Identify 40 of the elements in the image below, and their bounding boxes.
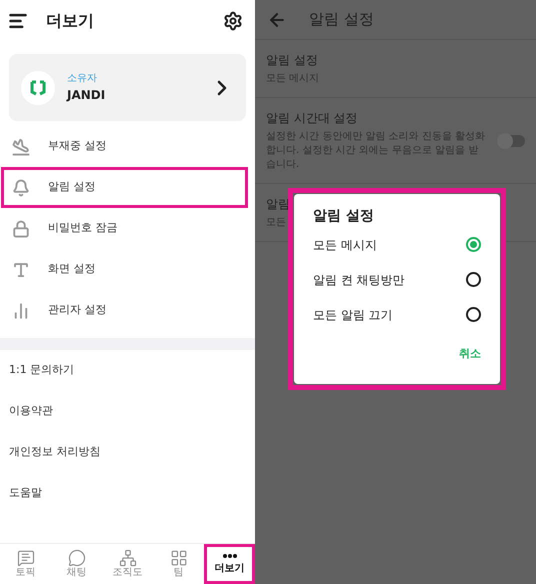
lock-icon (12, 220, 30, 238)
screen-title: 알림 설정 (309, 9, 374, 30)
plane-icon (12, 138, 30, 156)
org-chart-icon (118, 549, 136, 567)
setting-title: 알림 (266, 196, 291, 213)
nav-tab[interactable]: 채팅 (51, 544, 102, 584)
dialog-title: 알림 설정 (313, 207, 375, 226)
more-icon (222, 554, 236, 558)
screen-title: 더보기 (46, 10, 94, 32)
radio-option[interactable]: 모든 메시지 (313, 227, 481, 262)
menu-link[interactable]: 개인정보 처리방침 (0, 432, 255, 473)
radio-option[interactable]: 알림 켠 채팅방만 (313, 262, 481, 297)
radio-button[interactable] (466, 272, 481, 287)
menu-link[interactable]: 이용약관 (0, 391, 255, 432)
menu-link[interactable]: 1:1 문의하기 (0, 350, 255, 391)
setting-title: 알림 설정 (266, 52, 319, 69)
menu-item[interactable]: 관리자 설정 (1, 290, 248, 331)
message-icon (16, 549, 34, 567)
menu-item[interactable]: 부재중 설정 (1, 126, 248, 167)
toggle-switch[interactable] (499, 134, 525, 146)
role-label: 소유자 (67, 72, 98, 86)
text-size-icon (12, 260, 30, 278)
nav-tab[interactable]: 더보기 (204, 544, 255, 584)
menu-link[interactable]: 도움말 (0, 473, 255, 514)
setting-title: 알림 시간대 설정 (266, 110, 359, 127)
menu-item[interactable]: 화면 설정 (1, 249, 248, 290)
logo-icon (21, 70, 55, 104)
radio-button[interactable] (466, 307, 481, 322)
bell-icon (12, 178, 30, 196)
menu-icon[interactable] (8, 11, 28, 31)
chat-bubble-icon (68, 549, 86, 567)
radio-option[interactable]: 모든 알림 끄기 (313, 297, 481, 332)
menu-item[interactable]: 알림 설정 (1, 167, 248, 208)
grid-icon (170, 549, 188, 567)
radio-button[interactable] (466, 237, 481, 252)
menu-item[interactable]: 비밀번호 잠금 (1, 208, 248, 249)
profile-name: JANDI (67, 87, 106, 104)
bar-chart-icon (12, 302, 30, 320)
profile-card[interactable]: 소유자 JANDI (9, 54, 246, 121)
settings-icon[interactable] (223, 11, 243, 31)
